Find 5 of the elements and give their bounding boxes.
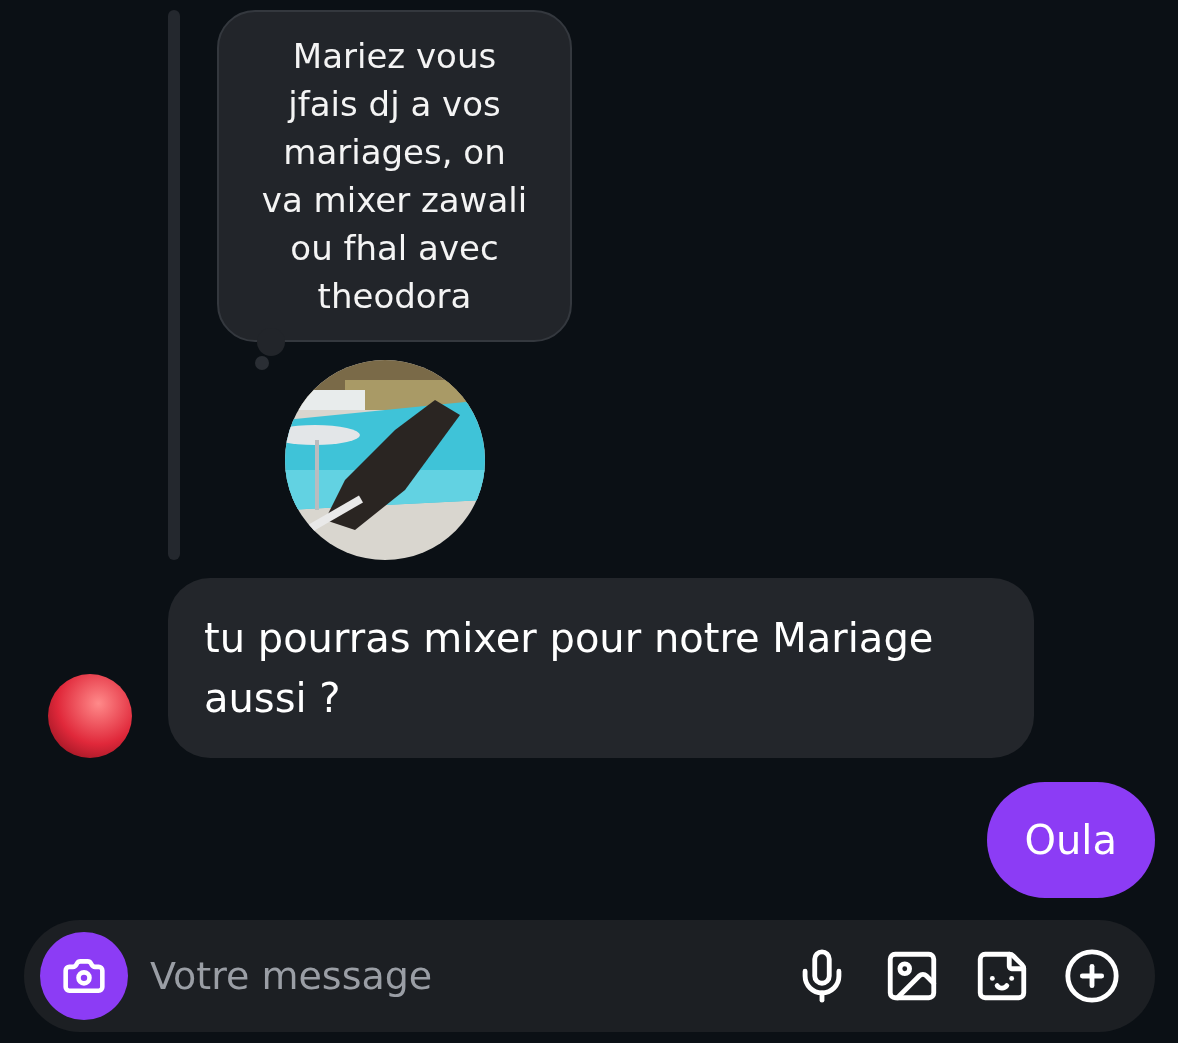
message-bubble: Oula: [986, 782, 1155, 898]
note-bubble: Mariez vous jfais dj a vos mariages, on va mixer zawali ou fhal avec theodora: [217, 10, 572, 342]
camera-button[interactable]: [40, 932, 128, 1020]
message-bubble: tu pourras mixer pour notre Mariage aussi ?: [168, 578, 1034, 758]
message-input[interactable]: Votre message: [148, 953, 767, 999]
